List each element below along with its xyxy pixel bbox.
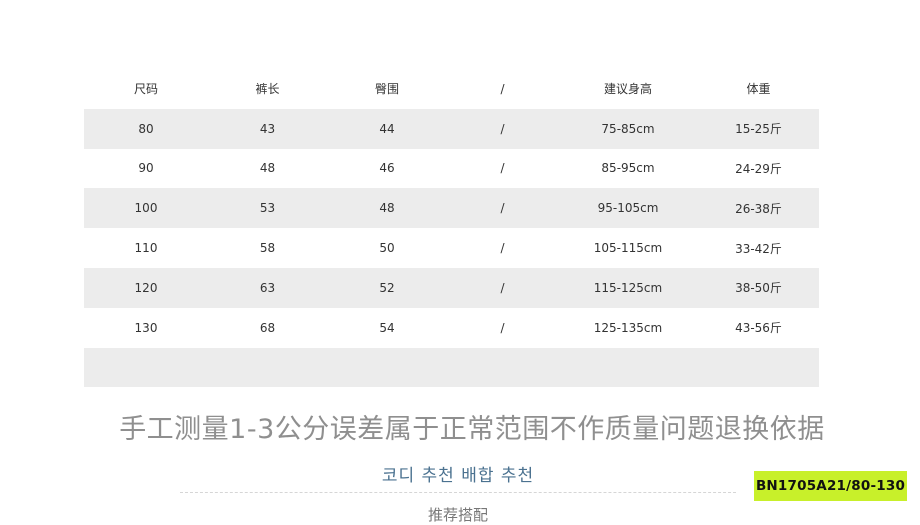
cell-weight: 38-50斤 <box>735 281 782 296</box>
header-hip: 臀围 <box>374 82 399 97</box>
cell-size: 80 <box>138 121 154 136</box>
header-size: 尺码 <box>133 82 158 97</box>
cell-height: 115-125cm <box>593 280 663 295</box>
size-table: 尺码 裤长 臀围 / 建议身高 体重 80 43 44 / 75-85cm 15… <box>84 69 819 388</box>
cell-pants-length: 43 <box>259 121 276 136</box>
table-row: 90 48 46 / 85-95cm 24-29斤 <box>84 149 819 189</box>
cell-pants-length: 68 <box>259 320 276 335</box>
cell-pants-length: 58 <box>259 241 276 256</box>
cell-hip: 46 <box>379 161 395 176</box>
cell-slash: / <box>500 241 505 256</box>
cell-height: 85-95cm <box>601 161 655 176</box>
header-pants-length: 裤长 <box>255 82 280 97</box>
cell-weight: 24-29斤 <box>735 161 782 176</box>
cell-weight: 15-25斤 <box>735 122 782 137</box>
cell-size: 120 <box>134 280 158 295</box>
header-slash: / <box>500 81 505 96</box>
cell-height: 75-85cm <box>601 121 655 136</box>
table-row: 100 53 48 / 95-105cm 26-38斤 <box>84 188 819 229</box>
cell-slash: / <box>500 161 505 176</box>
table-row: 120 63 52 / 115-125cm 38-50斤 <box>84 267 819 308</box>
cell-pants-length: 63 <box>259 280 276 295</box>
section-title-chinese: 推荐搭配 <box>427 506 488 524</box>
cell-hip: 48 <box>379 201 395 216</box>
cell-height: 125-135cm <box>593 320 663 335</box>
cell-hip: 50 <box>379 241 395 256</box>
header-recommended-height: 建议身高 <box>603 82 652 97</box>
cell-slash: / <box>500 201 505 216</box>
cell-weight: 43-56斤 <box>735 321 782 336</box>
table-row: 130 68 54 / 125-135cm 43-56斤 <box>84 308 819 348</box>
dashed-divider <box>180 492 736 493</box>
cell-height: 95-105cm <box>597 201 659 216</box>
header-weight: 体重 <box>746 82 771 97</box>
cell-size: 110 <box>134 241 158 256</box>
cell-height: 105-115cm <box>593 241 663 256</box>
cell-pants-length: 53 <box>259 201 276 216</box>
cell-slash: / <box>500 320 505 335</box>
cell-size: 90 <box>138 161 154 176</box>
measurement-note: 手工测量1-3公分误差属于正常范围不作质量问题退换依据 <box>119 414 825 445</box>
table-row: 80 43 44 / 75-85cm 15-25斤 <box>84 108 819 149</box>
cell-hip: 44 <box>379 121 395 136</box>
cell-weight: 26-38斤 <box>735 201 782 216</box>
cell-pants-length: 48 <box>259 161 276 176</box>
table-row-empty <box>84 347 819 388</box>
table-row: 110 58 50 / 105-115cm 33-42斤 <box>84 228 819 268</box>
cell-slash: / <box>500 121 505 136</box>
cell-hip: 54 <box>379 320 395 335</box>
cell-size: 130 <box>134 320 158 335</box>
sku-badge: BN1705A21/80-130 <box>754 471 907 501</box>
table-header-row: 尺码 裤长 臀围 / 建议身高 体重 <box>84 69 819 109</box>
cell-weight: 33-42斤 <box>735 241 782 256</box>
cell-slash: / <box>500 280 505 295</box>
cell-size: 100 <box>134 201 158 216</box>
cell-hip: 52 <box>379 280 395 295</box>
